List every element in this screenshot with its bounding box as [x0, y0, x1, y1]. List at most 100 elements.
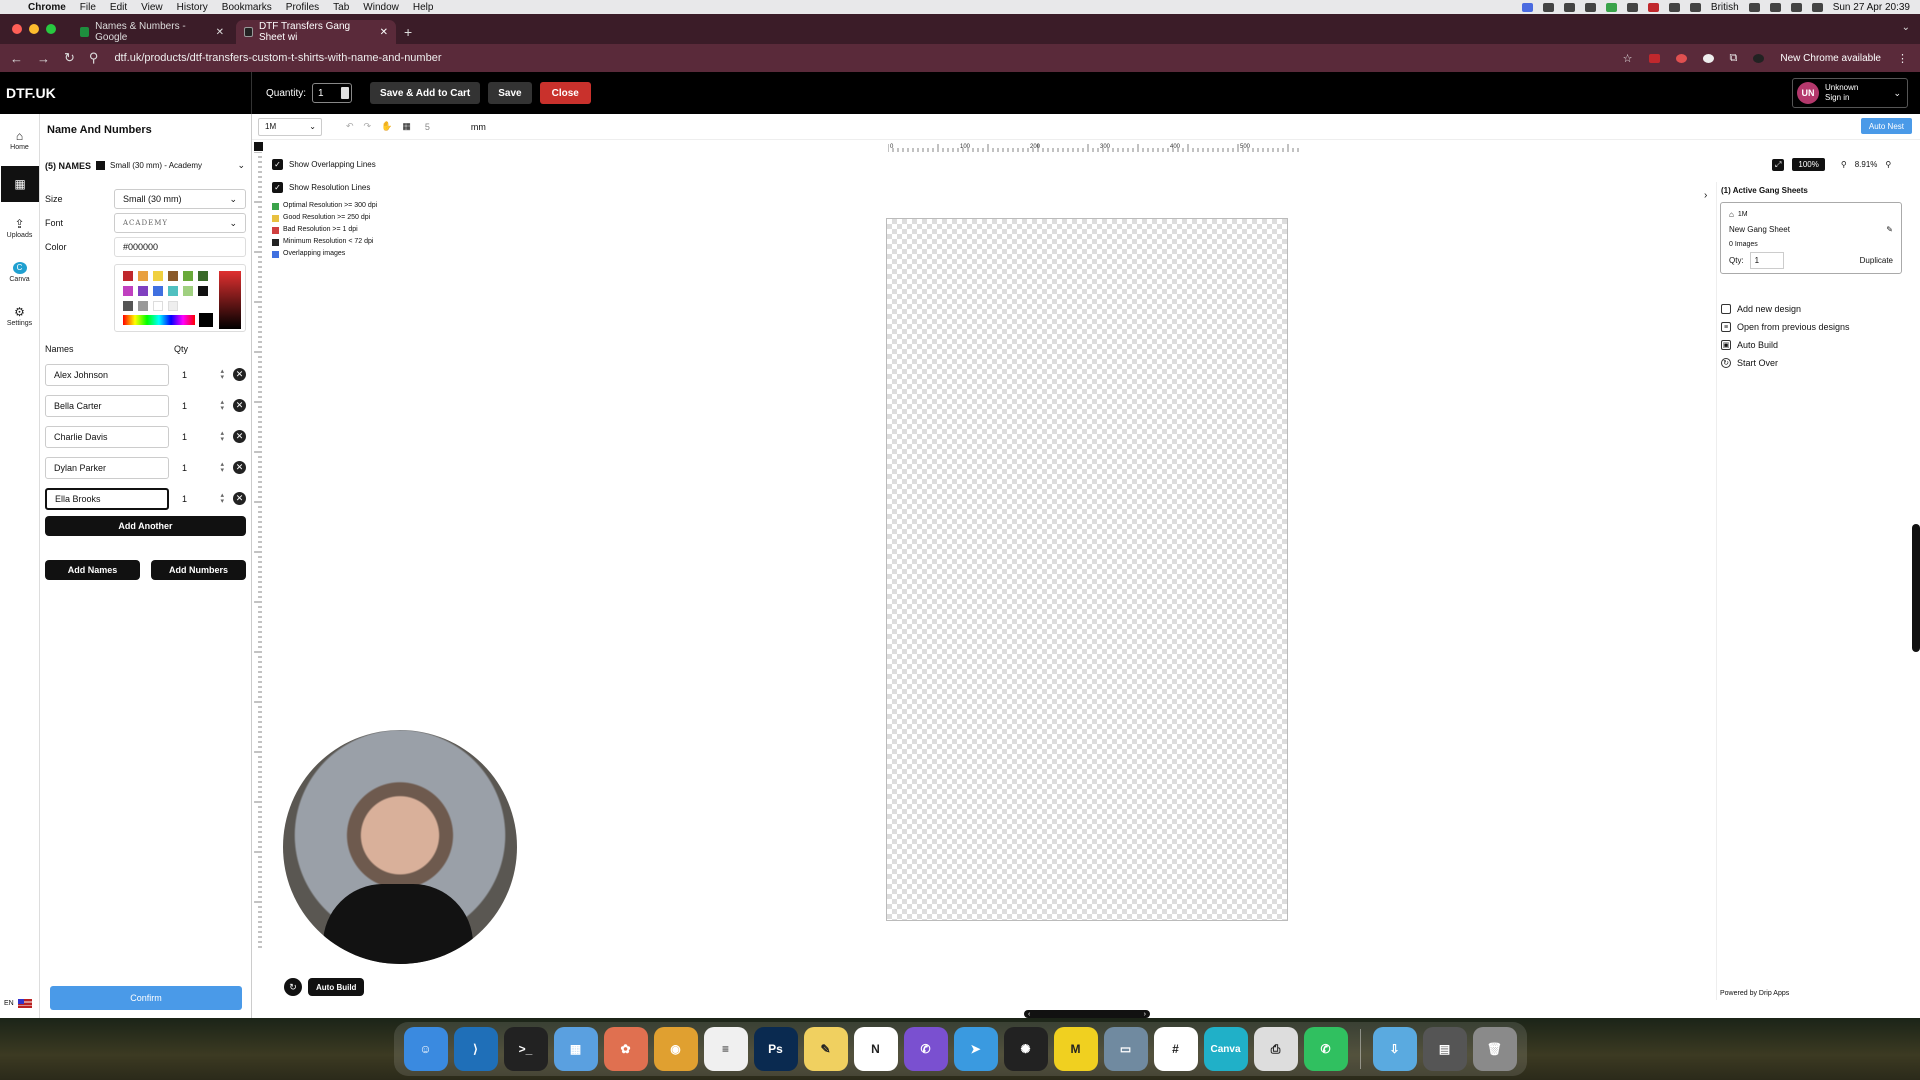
qty-stepper[interactable]: ▴ ▾	[220, 461, 224, 474]
dock-reminders-icon[interactable]: ≡	[703, 1027, 748, 1071]
minimize-window-button[interactable]	[29, 24, 39, 34]
color-swatch[interactable]	[168, 271, 178, 281]
add-names-button[interactable]: Add Names	[45, 560, 140, 580]
quantity-input[interactable]: 1	[312, 83, 353, 103]
wifi-icon[interactable]	[1769, 2, 1781, 12]
menu-edit[interactable]: Edit	[110, 2, 127, 13]
language-switcher[interactable]: EN	[4, 999, 32, 1008]
forward-icon[interactable]: →	[37, 51, 50, 66]
control-center-icon[interactable]	[1811, 2, 1823, 12]
bluetooth-icon[interactable]	[1748, 2, 1760, 12]
dock-canva-icon[interactable]: Canva	[1203, 1027, 1248, 1071]
rail-names-numbers[interactable]: ▦	[1, 166, 39, 202]
name-input[interactable]: Alex Johnson	[45, 364, 169, 386]
gang-sheet-card[interactable]: ⌂ 1M New Gang Sheet ✎ 0 Images Qty: 1 Dup…	[1720, 202, 1902, 274]
color-swatch[interactable]	[123, 286, 133, 296]
dock-telegram-icon[interactable]: ➤	[953, 1027, 998, 1071]
menu-help[interactable]: Help	[413, 2, 434, 13]
dock-photoshop-icon[interactable]: Ps	[753, 1027, 798, 1071]
dock-whatsapp-icon[interactable]: ✆	[1303, 1027, 1348, 1071]
scroll-left-icon[interactable]: ‹	[1028, 1011, 1030, 1018]
qty-stepper[interactable]: ▴ ▾	[220, 430, 224, 443]
hue-slider[interactable]	[123, 315, 195, 325]
close-tab-icon[interactable]: ✕	[216, 27, 224, 38]
auto-build-button[interactable]: Auto Build	[308, 978, 365, 996]
menu-app-name[interactable]: Chrome	[28, 2, 66, 13]
spacing-input[interactable]: 5	[421, 118, 461, 136]
remove-row-icon[interactable]: ✕	[233, 399, 246, 412]
dock-downloads-icon[interactable]: ⇩	[1372, 1027, 1417, 1071]
remove-row-icon[interactable]: ✕	[233, 430, 246, 443]
dock-vscode-icon[interactable]: ⟩	[453, 1027, 498, 1071]
tab-names-numbers[interactable]: Names & Numbers - Google ✕	[72, 20, 232, 44]
color-swatch[interactable]	[138, 286, 148, 296]
fit-screen-icon[interactable]: ⤢	[1772, 158, 1785, 171]
dock-preview-icon[interactable]: ▭	[1103, 1027, 1148, 1071]
rail-home[interactable]: ⌂ Home	[0, 122, 39, 158]
reload-icon[interactable]: ↻	[64, 50, 75, 66]
search-icon[interactable]	[1790, 2, 1802, 12]
dock-notion-icon[interactable]: N	[853, 1027, 898, 1071]
status-e-icon[interactable]	[1647, 2, 1659, 12]
status-b-icon[interactable]	[1584, 2, 1596, 12]
dock-terminal-icon[interactable]: >_	[503, 1027, 548, 1071]
qty-input[interactable]: 1 ▴ ▾	[174, 364, 228, 386]
auto-nest-button[interactable]: Auto Nest	[1860, 118, 1912, 134]
user-menu[interactable]: UN Unknown Sign in ⌄	[1792, 78, 1908, 108]
dock-screens-icon[interactable]: ▦	[553, 1027, 598, 1071]
remove-row-icon[interactable]: ✕	[233, 368, 246, 381]
close-button[interactable]: Close	[539, 82, 591, 104]
color-swatch[interactable]	[183, 286, 193, 296]
menu-profiles[interactable]: Profiles	[286, 2, 319, 13]
menu-window[interactable]: Window	[363, 2, 399, 13]
new-tab-icon[interactable]: +	[404, 24, 412, 40]
dock-finder-icon[interactable]: ☺	[403, 1027, 448, 1071]
dock-stack-icon[interactable]: ▤	[1422, 1027, 1467, 1071]
open-previous-designs-action[interactable]: ≡ Open from previous designs	[1721, 322, 1850, 332]
color-swatch[interactable]	[183, 271, 193, 281]
extension-icon[interactable]	[1675, 53, 1687, 63]
color-swatch[interactable]	[198, 271, 208, 281]
close-window-button[interactable]	[12, 24, 22, 34]
color-swatch[interactable]	[168, 301, 178, 311]
size-select[interactable]: Small (30 mm) ⌄	[114, 189, 246, 209]
rail-canva[interactable]: C Canva	[0, 254, 39, 290]
card-qty-input[interactable]: 1	[1749, 252, 1784, 269]
rail-settings[interactable]: ⚙ Settings	[0, 298, 39, 334]
duplicate-button[interactable]: Duplicate	[1860, 253, 1893, 268]
zoom-100-button[interactable]: 100%	[1792, 158, 1825, 171]
profile-icon[interactable]	[1753, 53, 1765, 63]
new-chrome-available-button[interactable]: New Chrome available	[1780, 53, 1881, 64]
quantity-stepper[interactable]	[341, 87, 350, 99]
show-resolution-lines-toggle[interactable]: ✓ Show Resolution Lines	[272, 182, 370, 193]
color-swatch[interactable]	[153, 301, 163, 311]
zoom-in-icon[interactable]: ⚲	[1885, 160, 1891, 169]
color-swatch[interactable]	[123, 271, 133, 281]
color-hex-input[interactable]: #000000	[114, 237, 246, 257]
dock-notes-icon[interactable]: ✎	[803, 1027, 848, 1071]
close-tab-icon[interactable]: ✕	[380, 27, 388, 38]
dock-miro-icon[interactable]: M	[1053, 1027, 1098, 1071]
menu-view[interactable]: View	[141, 2, 163, 13]
status-c-icon[interactable]	[1605, 2, 1617, 12]
undo-icon[interactable]: ↶	[346, 121, 354, 132]
qty-input[interactable]: 1 ▴ ▾	[174, 426, 228, 448]
zoom-window-button[interactable]	[46, 24, 56, 34]
save-add-to-cart-button[interactable]: Save & Add to Cart	[370, 82, 481, 104]
status-app-icon[interactable]	[1521, 2, 1533, 12]
dock-slack-icon[interactable]: #	[1153, 1027, 1198, 1071]
dock-chrome-icon[interactable]: ◉	[653, 1027, 698, 1071]
qty-stepper[interactable]: ▴ ▾	[220, 399, 224, 412]
dock-photos-icon[interactable]: ✿	[603, 1027, 648, 1071]
tab-dtf-transfers[interactable]: DTF Transfers Gang Sheet wi ✕	[236, 20, 396, 44]
extension-icon[interactable]	[1648, 53, 1660, 63]
checkbox-checked-icon[interactable]: ✓	[272, 182, 283, 193]
more-menu-icon[interactable]: ⋮	[1897, 52, 1908, 65]
sign-in-link[interactable]: Sign in	[1825, 93, 1858, 103]
shade-slider[interactable]	[219, 271, 241, 329]
remove-row-icon[interactable]: ✕	[233, 492, 246, 505]
add-numbers-button[interactable]: Add Numbers	[151, 560, 246, 580]
address-bar[interactable]: dtf.uk/products/dtf-transfers-custom-t-s…	[114, 52, 441, 64]
add-new-design-action[interactable]: Add new design	[1721, 304, 1801, 314]
input-language[interactable]: British	[1711, 2, 1739, 13]
